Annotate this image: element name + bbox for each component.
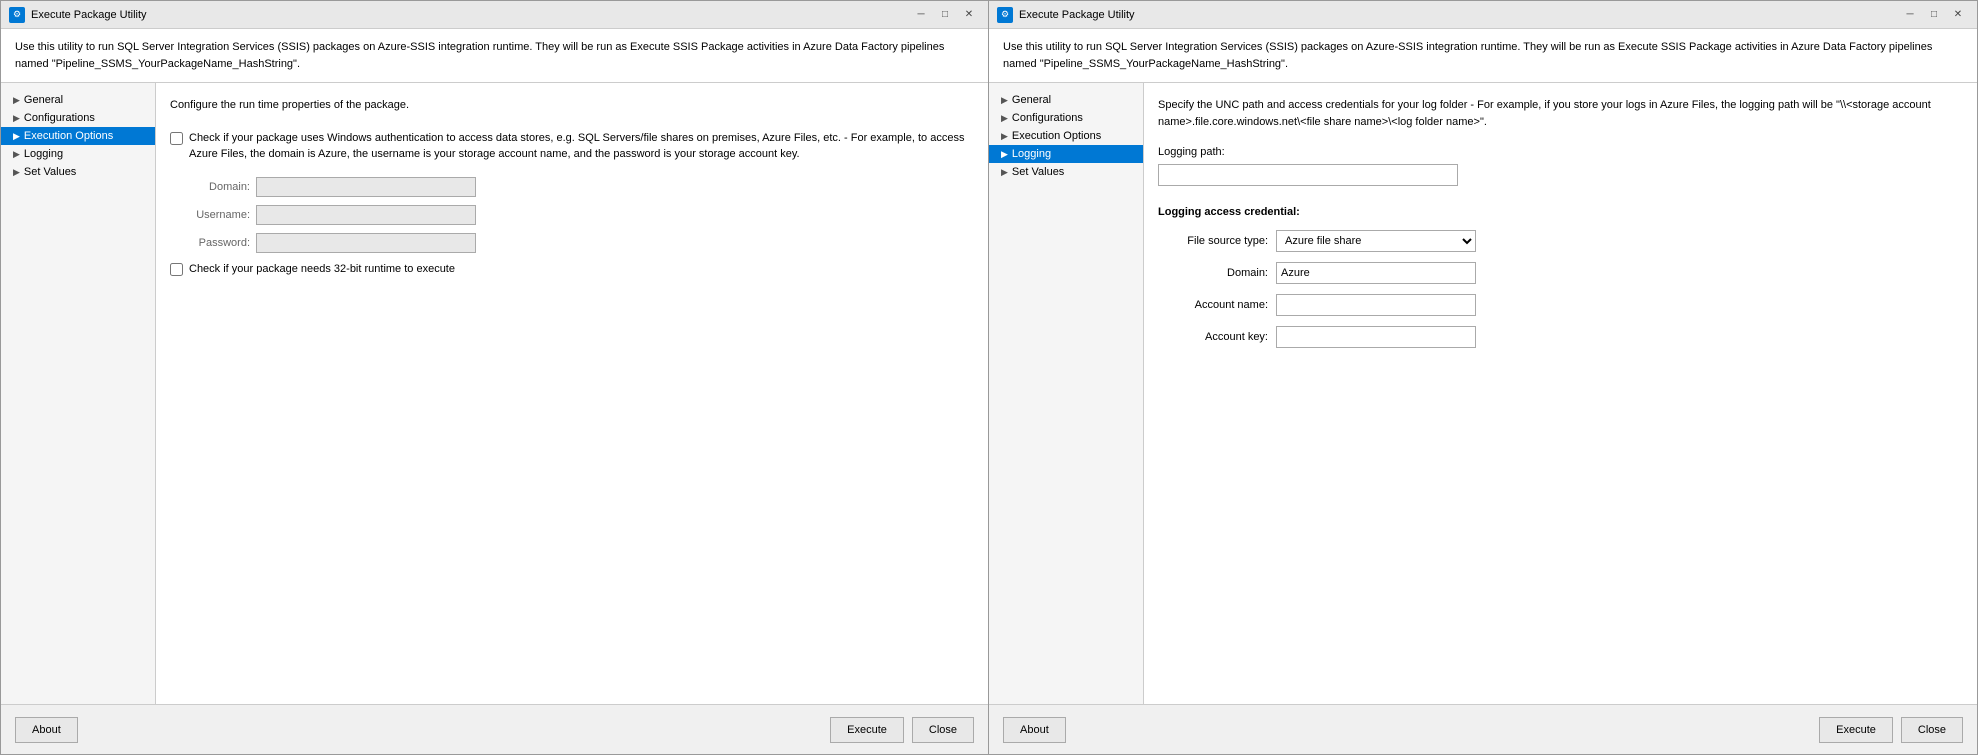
title-bar-controls-right: ─ □ ✕ — [1899, 6, 1969, 24]
nav-arrow-configurations-right: ▶ — [1001, 113, 1008, 124]
minimize-button-left[interactable]: ─ — [910, 6, 932, 24]
nav-item-general-left[interactable]: ▶ General — [1, 91, 155, 109]
title-bar-controls-left: ─ □ ✕ — [910, 6, 980, 24]
nav-arrow-general-left: ▶ — [13, 95, 20, 106]
password-row: Password: — [170, 233, 974, 253]
password-label: Password: — [170, 237, 250, 249]
minimize-button-right[interactable]: ─ — [1899, 6, 1921, 24]
nav-label-logging-right: Logging — [1012, 148, 1051, 160]
execute-button-right[interactable]: Execute — [1819, 717, 1893, 743]
access-credential-title: Logging access credential: — [1158, 206, 1963, 218]
nav-arrow-logging-right: ▶ — [1001, 149, 1008, 160]
footer-right-right: Execute Close — [1819, 717, 1963, 743]
window-title-right: Execute Package Utility — [1019, 9, 1135, 21]
window-right: ⚙ Execute Package Utility ─ □ ✕ Use this… — [989, 0, 1978, 755]
logging-path-input[interactable] — [1158, 164, 1458, 186]
account-key-input[interactable] — [1276, 326, 1476, 348]
content-area-right: ▶ General ▶ Configurations ▶ Execution O… — [989, 83, 1977, 704]
nav-arrow-logging-left: ▶ — [13, 149, 20, 160]
password-input[interactable] — [256, 233, 476, 253]
window-left: ⚙ Execute Package Utility ─ □ ✕ Use this… — [0, 0, 989, 755]
description-bar-left: Use this utility to run SQL Server Integ… — [1, 29, 988, 83]
nav-item-execution-options-left[interactable]: ▶ Execution Options — [1, 127, 155, 145]
file-source-type-select[interactable]: Azure file share Azure blob storage — [1276, 230, 1476, 252]
domain-row-right: Domain: — [1158, 262, 1963, 284]
close-button-right[interactable]: ✕ — [1947, 6, 1969, 24]
nav-arrow-execution-options-left: ▶ — [13, 131, 20, 142]
about-button-right[interactable]: About — [1003, 717, 1066, 743]
account-name-label: Account name: — [1158, 299, 1268, 311]
main-panel-right: Specify the UNC path and access credenti… — [1144, 83, 1977, 704]
account-key-label: Account key: — [1158, 331, 1268, 343]
close-button-left[interactable]: ✕ — [958, 6, 980, 24]
domain-input-right[interactable] — [1276, 262, 1476, 284]
content-area-left: ▶ General ▶ Configurations ▶ Execution O… — [1, 83, 988, 704]
footer-left: About Execute Close — [1, 704, 988, 754]
username-label: Username: — [170, 209, 250, 221]
nav-item-configurations-right[interactable]: ▶ Configurations — [989, 109, 1143, 127]
title-bar-left: ⚙ Execute Package Utility ─ □ ✕ — [1, 1, 988, 29]
window-title-left: Execute Package Utility — [31, 9, 147, 21]
windows-auth-text: Check if your package uses Windows authe… — [189, 130, 974, 163]
account-key-row: Account key: — [1158, 326, 1963, 348]
panel-description-left: Configure the run time properties of the… — [170, 97, 974, 114]
nav-item-execution-options-right[interactable]: ▶ Execution Options — [989, 127, 1143, 145]
nav-arrow-general-right: ▶ — [1001, 95, 1008, 106]
domain-input[interactable] — [256, 177, 476, 197]
nav-label-configurations-right: Configurations — [1012, 112, 1083, 124]
nav-item-logging-left[interactable]: ▶ Logging — [1, 145, 155, 163]
footer-right-left: Execute Close — [830, 717, 974, 743]
nav-arrow-configurations-left: ▶ — [13, 113, 20, 124]
nav-item-set-values-left[interactable]: ▶ Set Values — [1, 163, 155, 181]
account-name-row: Account name: — [1158, 294, 1963, 316]
bit32-checkbox[interactable] — [170, 263, 183, 276]
app-icon-left: ⚙ — [9, 7, 25, 23]
nav-panel-right: ▶ General ▶ Configurations ▶ Execution O… — [989, 83, 1144, 704]
file-source-type-row: File source type: Azure file share Azure… — [1158, 230, 1963, 252]
close-dialog-button-left[interactable]: Close — [912, 717, 974, 743]
nav-item-set-values-right[interactable]: ▶ Set Values — [989, 163, 1143, 181]
main-panel-left: Configure the run time properties of the… — [156, 83, 988, 704]
nav-item-configurations-left[interactable]: ▶ Configurations — [1, 109, 155, 127]
description-text-right: Use this utility to run SQL Server Integ… — [1003, 41, 1932, 70]
windows-auth-row: Check if your package uses Windows authe… — [170, 130, 974, 163]
domain-label: Domain: — [170, 181, 250, 193]
maximize-button-right[interactable]: □ — [1923, 6, 1945, 24]
account-name-input[interactable] — [1276, 294, 1476, 316]
nav-arrow-set-values-right: ▶ — [1001, 167, 1008, 178]
panel-description-right: Specify the UNC path and access credenti… — [1158, 97, 1963, 130]
windows-auth-checkbox[interactable] — [170, 132, 183, 145]
logging-path-label: Logging path: — [1158, 146, 1963, 158]
nav-arrow-set-values-left: ▶ — [13, 167, 20, 178]
bit32-label: Check if your package needs 32-bit runti… — [189, 263, 455, 275]
app-icon-right: ⚙ — [997, 7, 1013, 23]
description-bar-right: Use this utility to run SQL Server Integ… — [989, 29, 1977, 83]
maximize-button-left[interactable]: □ — [934, 6, 956, 24]
nav-label-set-values-left: Set Values — [24, 166, 76, 178]
logging-path-section: Logging path: — [1158, 146, 1963, 186]
nav-label-configurations-left: Configurations — [24, 112, 95, 124]
nav-label-general-left: General — [24, 94, 63, 106]
nav-item-logging-right[interactable]: ▶ Logging — [989, 145, 1143, 163]
about-button-left[interactable]: About — [15, 717, 78, 743]
nav-panel-left: ▶ General ▶ Configurations ▶ Execution O… — [1, 83, 156, 704]
nav-label-execution-options-left: Execution Options — [24, 130, 113, 142]
nav-label-execution-options-right: Execution Options — [1012, 130, 1101, 142]
username-row: Username: — [170, 205, 974, 225]
domain-label-right: Domain: — [1158, 267, 1268, 279]
title-bar-right: ⚙ Execute Package Utility ─ □ ✕ — [989, 1, 1977, 29]
bit32-row: Check if your package needs 32-bit runti… — [170, 263, 974, 276]
nav-arrow-execution-options-right: ▶ — [1001, 131, 1008, 142]
nav-label-set-values-right: Set Values — [1012, 166, 1064, 178]
username-input[interactable] — [256, 205, 476, 225]
description-text-left: Use this utility to run SQL Server Integ… — [15, 41, 944, 70]
nav-item-general-right[interactable]: ▶ General — [989, 91, 1143, 109]
execute-button-left[interactable]: Execute — [830, 717, 904, 743]
nav-label-logging-left: Logging — [24, 148, 63, 160]
domain-row: Domain: — [170, 177, 974, 197]
close-dialog-button-right[interactable]: Close — [1901, 717, 1963, 743]
nav-label-general-right: General — [1012, 94, 1051, 106]
file-source-type-label: File source type: — [1158, 235, 1268, 247]
footer-right-window: About Execute Close — [989, 704, 1977, 754]
